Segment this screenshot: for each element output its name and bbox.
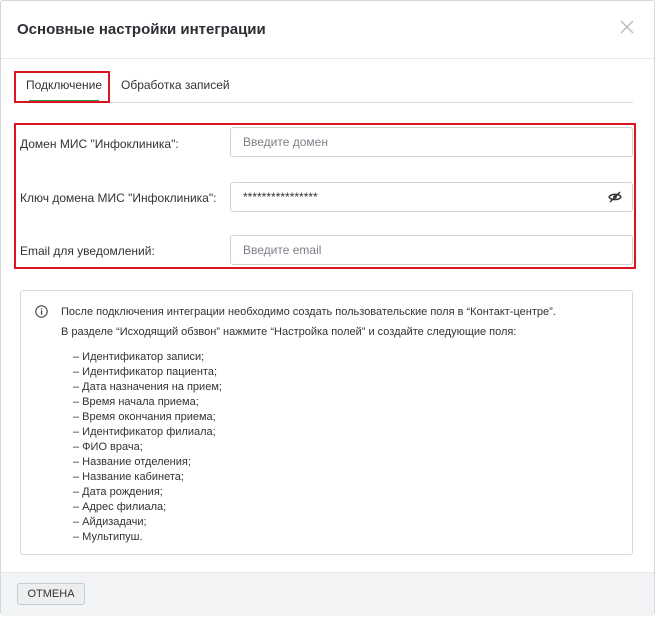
domain-key-label: Ключ домена МИС "Инфоклиника": (20, 191, 217, 205)
info-panel: После подключения интеграции необходимо … (20, 290, 633, 555)
list-item: – Мультипуш. (73, 531, 143, 543)
integration-settings-dialog: Основные настройки интеграции Подключени… (0, 0, 655, 616)
dialog-footer: ОТМЕНА (1, 572, 654, 616)
info-icon (35, 305, 48, 318)
list-item: – Айдизадачи; (73, 516, 147, 528)
tab-connection-label: Подключение (25, 78, 103, 92)
list-item: – Дата рождения; (73, 486, 163, 498)
tab-connection[interactable]: Подключение (17, 74, 111, 102)
list-item: – Адрес филиала; (73, 501, 167, 513)
dialog-title: Основные настройки интеграции (17, 21, 266, 38)
list-item: – Время начала приема; (73, 396, 199, 408)
email-label: Email для уведомлений: (20, 244, 155, 258)
eye-off-icon[interactable] (608, 191, 622, 203)
tab-record-processing-label: Обработка записей (121, 78, 230, 92)
dialog-header: Основные настройки интеграции (1, 1, 654, 59)
list-item: – Идентификатор записи; (73, 351, 205, 363)
list-item: – ФИО врача; (73, 441, 143, 453)
domain-input[interactable] (230, 127, 633, 157)
list-item: – Идентификатор филиала; (73, 426, 216, 438)
info-text-line-1: После подключения интеграции необходимо … (61, 306, 556, 318)
required-fields-list: – Идентификатор записи; – Идентификатор п… (73, 350, 222, 545)
cancel-button[interactable]: ОТМЕНА (17, 583, 85, 605)
list-item: – Идентификатор пациента; (73, 366, 218, 378)
list-item: – Название кабинета; (73, 471, 184, 483)
active-tab-indicator (29, 100, 99, 102)
close-icon[interactable] (618, 18, 636, 36)
list-item: – Время окончания приема; (73, 411, 216, 423)
info-text-line-2: В разделе “Исходящий обзвон” нажмите “На… (61, 326, 517, 338)
email-input[interactable] (230, 235, 633, 265)
tab-bar: Подключение Обработка записей (17, 74, 633, 103)
list-item: – Дата назначения на прием; (73, 381, 222, 393)
domain-key-input[interactable] (230, 182, 633, 212)
domain-label: Домен МИС "Инфоклиника": (20, 137, 179, 151)
tab-record-processing[interactable]: Обработка записей (121, 74, 231, 102)
list-item: – Название отделения; (73, 456, 191, 468)
